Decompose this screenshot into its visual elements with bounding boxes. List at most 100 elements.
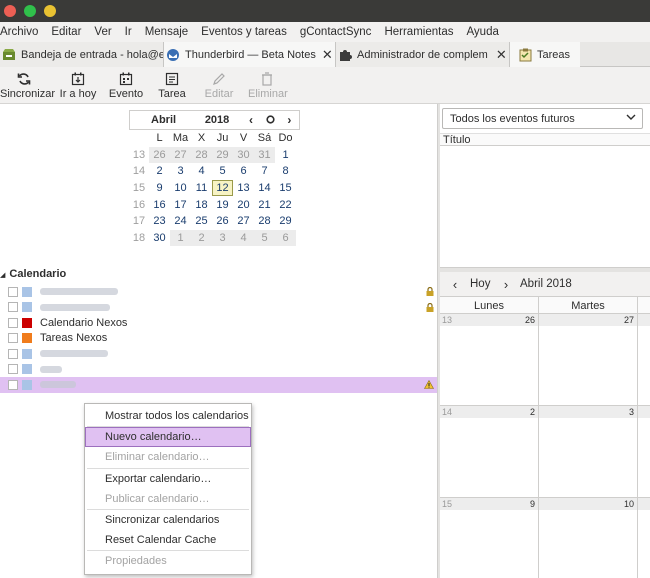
- calendar-list-title[interactable]: ◢ Calendario: [0, 268, 66, 280]
- minimonth-day[interactable]: 28: [254, 213, 275, 229]
- calendar-list-item[interactable]: [0, 362, 437, 378]
- minimonth-day[interactable]: 26: [212, 213, 233, 229]
- minimonth-day[interactable]: 15: [275, 180, 296, 196]
- menu-item-publicar-calendario[interactable]: Publicar calendario…: [85, 489, 251, 509]
- month-day-cell[interactable]: [638, 314, 650, 406]
- menu-editar[interactable]: Editar: [44, 26, 87, 38]
- minimonth-day[interactable]: 4: [233, 229, 254, 246]
- minimonth-day[interactable]: 2: [149, 163, 170, 179]
- minimonth-day[interactable]: 11: [191, 180, 212, 196]
- calendar-list-item[interactable]: [0, 284, 437, 300]
- minimonth-day[interactable]: 1: [170, 229, 191, 246]
- minimonth-day[interactable]: 24: [170, 213, 191, 229]
- events-column-title[interactable]: Título: [440, 133, 650, 146]
- minimonth-day[interactable]: 6: [275, 229, 296, 246]
- calendar-checkbox[interactable]: [8, 286, 18, 297]
- menu-archivo[interactable]: Archivo: [0, 26, 44, 38]
- minimonth-day[interactable]: 1: [275, 147, 296, 163]
- month-day-cell[interactable]: 10: [539, 498, 638, 578]
- minimonth-day[interactable]: 30: [149, 230, 170, 246]
- minimonth-day[interactable]: 30: [233, 146, 254, 163]
- menu-ir[interactable]: Ir: [118, 26, 138, 38]
- menu-ayuda[interactable]: Ayuda: [459, 26, 504, 38]
- minimonth-day[interactable]: 3: [170, 163, 191, 179]
- goto-today-button[interactable]: Ir a hoy: [59, 71, 97, 100]
- minimonth-day[interactable]: 14: [254, 180, 275, 196]
- minimonth-day[interactable]: 25: [191, 213, 212, 229]
- calendar-list-item[interactable]: [0, 346, 437, 362]
- prev-month-icon[interactable]: ‹: [241, 113, 260, 127]
- menu-item-eliminar-calendario[interactable]: Eliminar calendario…: [85, 447, 251, 467]
- new-event-button[interactable]: Evento: [108, 71, 144, 100]
- month-day-cell[interactable]: 27: [539, 314, 638, 406]
- minimonth-day[interactable]: 9: [149, 180, 170, 196]
- month-day-cell[interactable]: 9 15: [440, 498, 539, 578]
- calendar-checkbox[interactable]: [8, 379, 18, 390]
- calendar-checkbox[interactable]: [8, 302, 18, 313]
- close-tab-icon[interactable]: ✕: [322, 47, 333, 63]
- menu-item-nuevo-calendario[interactable]: Nuevo calendario…: [85, 427, 251, 448]
- tab-addons[interactable]: Administrador de complem ✕: [336, 42, 510, 67]
- calendar-checkbox[interactable]: [8, 317, 18, 328]
- minimonth-day[interactable]: 2: [191, 229, 212, 246]
- menu-item-mostrar-todos-los-calendarios[interactable]: Mostrar todos los calendarios: [85, 406, 251, 426]
- maximize-window-button[interactable]: [24, 5, 36, 17]
- tab-beta-notes[interactable]: Thunderbird — Beta Notes ✕: [164, 42, 336, 67]
- sync-button[interactable]: Sincronizar: [0, 71, 55, 100]
- calendar-list-item[interactable]: Calendario Nexos: [0, 315, 437, 331]
- minimonth-month[interactable]: Abril: [151, 114, 205, 126]
- minimize-window-button[interactable]: [44, 5, 56, 17]
- delete-button[interactable]: Eliminar: [248, 71, 288, 100]
- minimonth-day[interactable]: 4: [191, 163, 212, 179]
- minimonth-day[interactable]: 20: [233, 197, 254, 213]
- minimonth-day[interactable]: 29: [275, 213, 296, 229]
- minimonth-day[interactable]: 28: [191, 146, 212, 163]
- close-window-button[interactable]: [4, 5, 16, 17]
- minimonth-day[interactable]: 8: [275, 163, 296, 179]
- minimonth-day[interactable]: 18: [191, 197, 212, 213]
- month-day-cell[interactable]: [638, 498, 650, 578]
- month-day-cell[interactable]: 3: [539, 406, 638, 498]
- collapse-triangle-icon[interactable]: ◢: [0, 272, 5, 279]
- month-day-cell[interactable]: 26 13: [440, 314, 539, 406]
- menu-ver[interactable]: Ver: [87, 26, 117, 38]
- minimonth-day[interactable]: 21: [254, 197, 275, 213]
- tab-inbox[interactable]: Bandeja de entrada - hola@est: [0, 42, 164, 67]
- menu-herramientas[interactable]: Herramientas: [377, 26, 459, 38]
- minimonth-day[interactable]: 29: [212, 146, 233, 163]
- minimonth-day[interactable]: 12: [212, 180, 233, 197]
- minimonth-day[interactable]: 23: [149, 213, 170, 229]
- menu-item-exportar-calendario[interactable]: Exportar calendario…: [85, 469, 251, 489]
- minimonth-day[interactable]: 5: [212, 163, 233, 179]
- minimonth-day[interactable]: 27: [170, 146, 191, 163]
- minimonth-day[interactable]: 22: [275, 197, 296, 213]
- calendar-list-item[interactable]: [0, 377, 437, 393]
- next-month-arrow-icon[interactable]: ›: [497, 277, 515, 292]
- menu-item-sincronizar-calendarios[interactable]: Sincronizar calendarios: [85, 510, 251, 530]
- minimonth-day[interactable]: 19: [212, 197, 233, 213]
- minimonth-day[interactable]: 3: [212, 229, 233, 246]
- calendar-checkbox[interactable]: [8, 364, 18, 375]
- new-task-button[interactable]: Tarea: [157, 71, 187, 100]
- menu-item-propiedades[interactable]: Propiedades: [85, 551, 251, 571]
- tab-tareas[interactable]: Tareas: [510, 42, 580, 67]
- menu-mensaje[interactable]: Mensaje: [138, 26, 194, 38]
- prev-month-arrow-icon[interactable]: ‹: [440, 277, 470, 292]
- minimonth-day[interactable]: 5: [254, 229, 275, 246]
- calendar-checkbox[interactable]: [8, 348, 18, 359]
- minimonth-day[interactable]: 27: [233, 213, 254, 229]
- minimonth-day[interactable]: 7: [254, 163, 275, 179]
- edit-button[interactable]: Editar: [203, 71, 235, 100]
- minimonth-day[interactable]: 26: [149, 146, 170, 163]
- menu-item-reset-calendar-cache[interactable]: Reset Calendar Cache: [85, 530, 251, 550]
- minimonth-day[interactable]: 10: [170, 180, 191, 196]
- calendar-list-item[interactable]: Tareas Nexos: [0, 331, 437, 347]
- today-dot-icon[interactable]: [261, 113, 280, 127]
- calendar-checkbox[interactable]: [8, 333, 18, 344]
- calendar-list-item[interactable]: [0, 300, 437, 316]
- minimonth-day[interactable]: 31: [254, 146, 275, 163]
- month-day-cell[interactable]: 2 14: [440, 406, 539, 498]
- minimonth-day[interactable]: 16: [149, 197, 170, 213]
- next-month-icon[interactable]: ›: [280, 113, 299, 127]
- today-button[interactable]: Hoy: [470, 278, 497, 290]
